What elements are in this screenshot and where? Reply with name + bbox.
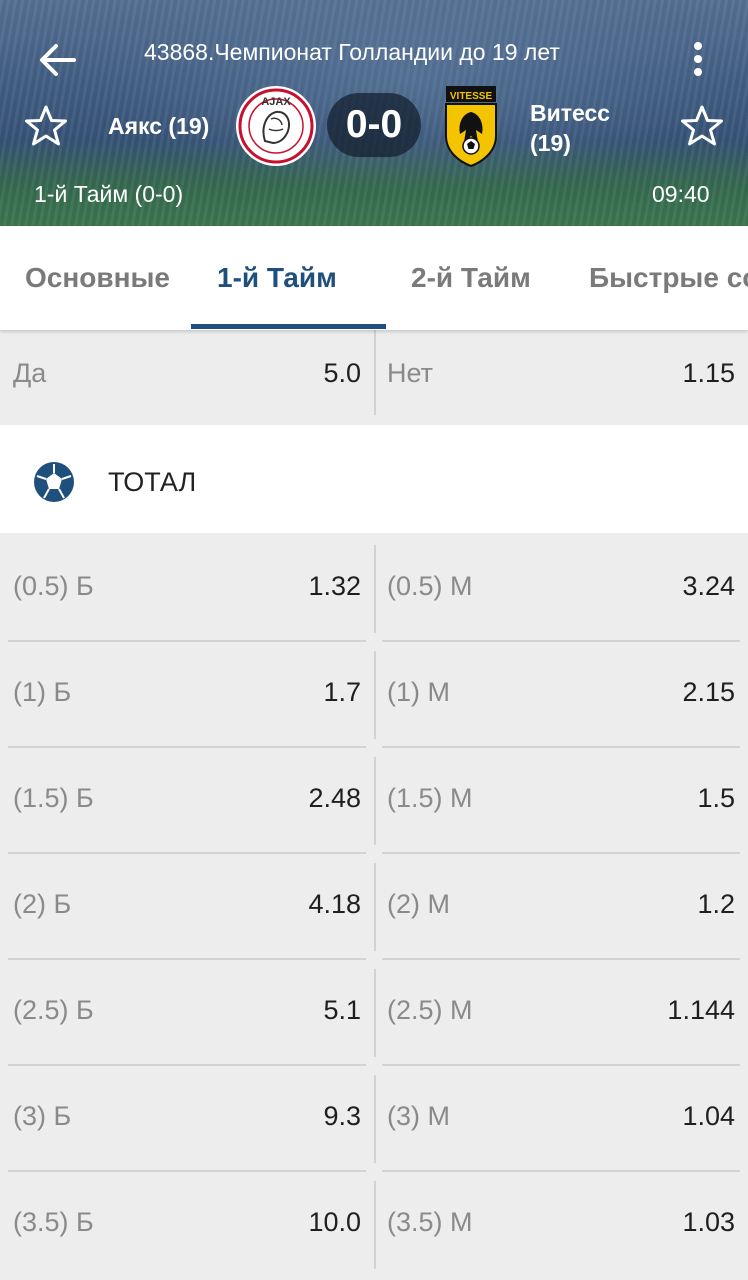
bet-label: (1.5) М xyxy=(387,783,473,813)
total-row: (1) Б 1.7 (1) М 2.15 xyxy=(0,639,748,748)
favorite-home-star-icon[interactable] xyxy=(24,104,68,148)
bet-label: (2.5) Б xyxy=(13,995,94,1025)
soccer-ball-icon xyxy=(33,461,75,503)
bet-odds: 2.48 xyxy=(308,783,361,813)
bet-under[interactable]: (0.5) М 3.24 xyxy=(374,533,748,639)
bet-under[interactable]: (2.5) М 1.144 xyxy=(374,957,748,1063)
total-section-header[interactable]: ТОТАЛ xyxy=(0,425,748,533)
bet-odds: 1.7 xyxy=(323,677,361,707)
column-divider xyxy=(374,757,376,845)
column-divider xyxy=(374,651,376,739)
bet-label: (2) М xyxy=(387,889,450,919)
vitesse-logo: VITESSE xyxy=(444,84,498,168)
bet-over[interactable]: (1) Б 1.7 xyxy=(0,639,374,745)
total-row: (0.5) Б 1.32 (0.5) М 3.24 xyxy=(0,533,748,642)
bet-odds: 1.2 xyxy=(697,889,735,919)
total-row: (1.5) Б 2.48 (1.5) М 1.5 xyxy=(0,745,748,854)
bet-over[interactable]: (0.5) Б 1.32 xyxy=(0,533,374,639)
match-score: 0-0 xyxy=(327,93,421,157)
column-divider xyxy=(374,969,376,1057)
bet-label: (0.5) М xyxy=(387,571,473,601)
bet-odds: 1.32 xyxy=(308,571,361,601)
bet-odds: 3.24 xyxy=(682,571,735,601)
bet-label: (3.5) М xyxy=(387,1207,473,1237)
market-tabs: Основные 1-й Тайм 2-й Тайм Быстрые со xyxy=(0,226,748,330)
bet-under[interactable]: (1.5) М 1.5 xyxy=(374,745,748,851)
bet-over[interactable]: (3) Б 9.3 xyxy=(0,1063,374,1169)
bet-label: (3) М xyxy=(387,1101,450,1131)
column-divider xyxy=(374,1181,376,1269)
back-arrow-icon[interactable] xyxy=(36,38,80,82)
bet-under[interactable]: (3.5) М 1.03 xyxy=(374,1169,748,1275)
section-title: ТОТАЛ xyxy=(108,467,197,497)
bet-odds: 1.15 xyxy=(682,358,735,388)
yes-no-market-row: Да 5.0 Нет 1.15 xyxy=(0,330,748,425)
column-divider xyxy=(374,330,376,415)
bet-odds: 10.0 xyxy=(308,1207,361,1237)
bet-odds: 1.5 xyxy=(697,783,735,813)
ajax-logo: AJAX xyxy=(235,85,317,167)
tab-first-half[interactable]: 1-й Тайм xyxy=(217,262,337,294)
away-team-name: Витесс (19) xyxy=(530,98,640,158)
bet-label: (1) М xyxy=(387,677,450,707)
home-team-name: Аякс (19) xyxy=(108,113,210,139)
away-team-name-line1: Витесс xyxy=(530,100,611,126)
bet-over[interactable]: (1.5) Б 2.48 xyxy=(0,745,374,851)
bet-label: (0.5) Б xyxy=(13,571,94,601)
ajax-logo-text: AJAX xyxy=(261,96,291,108)
bet-label: (1.5) Б xyxy=(13,783,94,813)
bet-odds: 1.03 xyxy=(682,1207,735,1237)
bet-odds: 9.3 xyxy=(323,1101,361,1131)
bet-under[interactable]: (2) М 1.2 xyxy=(374,851,748,957)
bet-label: Нет xyxy=(387,358,433,388)
bet-over[interactable]: (2.5) Б 5.1 xyxy=(0,957,374,1063)
bet-under[interactable]: (1) М 2.15 xyxy=(374,639,748,745)
favorite-away-star-icon[interactable] xyxy=(680,104,724,148)
total-row: (3) Б 9.3 (3) М 1.04 xyxy=(0,1063,748,1172)
bet-odds: 2.15 xyxy=(682,677,735,707)
bet-label: Да xyxy=(13,358,47,388)
bet-label: (3.5) Б xyxy=(13,1207,94,1237)
bet-odds: 1.144 xyxy=(667,995,735,1025)
away-team-name-line2: (19) xyxy=(530,130,571,156)
bet-yes[interactable]: Да 5.0 xyxy=(0,330,374,425)
bet-label: (2.5) М xyxy=(387,995,473,1025)
vitesse-logo-text: VITESSE xyxy=(450,91,493,102)
match-period: 1-й Тайм (0-0) xyxy=(34,181,184,207)
bet-no[interactable]: Нет 1.15 xyxy=(374,330,748,425)
championship-title: 43868.Чемпионат Голландии до 19 лет xyxy=(144,39,560,65)
tab-second-half[interactable]: 2-й Тайм xyxy=(411,262,531,294)
match-clock: 09:40 xyxy=(652,181,710,207)
bet-label: (3) Б xyxy=(13,1101,72,1131)
bet-label: (2) Б xyxy=(13,889,72,919)
bet-under[interactable]: (3) М 1.04 xyxy=(374,1063,748,1169)
column-divider xyxy=(374,545,376,633)
tab-fast-events[interactable]: Быстрые со xyxy=(589,262,748,294)
more-vert-icon[interactable] xyxy=(682,40,714,80)
column-divider xyxy=(374,863,376,951)
column-divider xyxy=(374,1075,376,1163)
bet-over[interactable]: (3.5) Б 10.0 xyxy=(0,1169,374,1275)
bet-over[interactable]: (2) Б 4.18 xyxy=(0,851,374,957)
bet-label: (1) Б xyxy=(13,677,72,707)
bet-odds: 5.1 xyxy=(323,995,361,1025)
total-row: (2.5) Б 5.1 (2.5) М 1.144 xyxy=(0,957,748,1066)
total-row: (3.5) Б 10.0 (3.5) М 1.03 xyxy=(0,1169,748,1275)
match-header: 43868.Чемпионат Голландии до 19 лет Аякс… xyxy=(0,0,748,226)
active-tab-indicator xyxy=(191,324,386,329)
bet-odds: 1.04 xyxy=(682,1101,735,1131)
bet-odds: 5.0 xyxy=(323,358,361,388)
app: 43868.Чемпионат Голландии до 19 лет Аякс… xyxy=(0,0,748,1280)
bet-odds: 4.18 xyxy=(308,889,361,919)
tab-main[interactable]: Основные xyxy=(25,262,170,294)
total-row: (2) Б 4.18 (2) М 1.2 xyxy=(0,851,748,960)
